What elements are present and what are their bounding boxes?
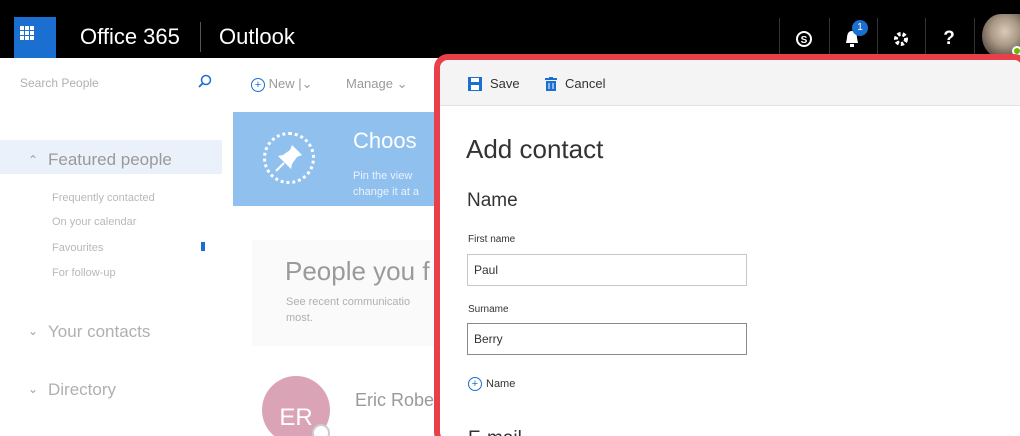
contact-name[interactable]: Eric Robe — [355, 390, 434, 411]
chevron-down-icon: ⌄ — [28, 324, 39, 338]
add-name-label: Name — [486, 378, 516, 390]
notifications-button[interactable]: 1 — [832, 20, 872, 57]
add-icon: + — [251, 77, 265, 92]
header-separator — [829, 18, 830, 58]
skype-icon: S — [796, 31, 812, 47]
gear-icon — [894, 32, 908, 46]
settings-button[interactable] — [881, 21, 921, 57]
header-separator — [779, 18, 780, 58]
header-separator — [974, 18, 975, 58]
banner-title: Choos — [353, 128, 417, 153]
pin-icon — [201, 242, 205, 251]
featured-people-label: Featured people — [48, 150, 172, 169]
nav-item-for-follow-up[interactable]: For follow-up — [52, 267, 116, 279]
notification-badge: 1 — [852, 20, 868, 36]
header-separator — [877, 18, 878, 58]
new-button[interactable]: + New |⌄ — [251, 76, 313, 92]
save-button[interactable]: Save — [468, 76, 520, 91]
save-label: Save — [490, 76, 520, 91]
header-divider — [200, 22, 201, 52]
nav-directory[interactable]: Directory — [48, 380, 116, 400]
save-icon — [468, 76, 482, 91]
app-name[interactable]: Outlook — [219, 24, 295, 50]
banner-subtitle-line: change it at a — [353, 186, 420, 198]
chevron-down-icon: ⌄ — [396, 76, 408, 91]
app-launcher-icon — [20, 26, 34, 40]
new-label: New — [268, 76, 295, 91]
header-separator — [925, 18, 926, 58]
manage-label: Manage — [346, 76, 393, 91]
nav-item-on-your-calendar[interactable]: On your calendar — [52, 216, 136, 228]
suite-name[interactable]: Office 365 — [80, 24, 180, 50]
panel-title: Add contact — [466, 134, 604, 164]
nav-item-favourites[interactable]: Favourites — [52, 242, 103, 254]
surname-label: Surname — [468, 304, 509, 315]
banner-subtitle: Pin the view change it at a — [353, 168, 419, 200]
search-input[interactable]: Search People — [20, 76, 99, 90]
panel-toolbar: Save Cancel — [440, 60, 1020, 106]
email-section-heading: E-mail — [468, 428, 522, 436]
chevron-up-icon: ⌃ — [28, 153, 39, 167]
first-name-label: First name — [468, 234, 516, 245]
name-section-heading: Name — [467, 190, 518, 211]
search-icon[interactable] — [198, 74, 212, 88]
cancel-label: Cancel — [565, 76, 606, 91]
chevron-down-icon: ⌄ — [28, 382, 39, 396]
cancel-button[interactable]: Cancel — [545, 76, 605, 91]
people-card-subtitle-line: See recent communicatio — [286, 296, 411, 308]
skype-button[interactable]: S — [784, 21, 824, 57]
help-button[interactable]: ? — [929, 21, 969, 57]
help-icon: ? — [943, 28, 955, 49]
add-name-button[interactable]: + Name — [468, 377, 515, 391]
add-icon: + — [468, 377, 482, 391]
svg-text:S: S — [801, 35, 808, 46]
pin-icon — [275, 145, 302, 172]
manage-button[interactable]: Manage ⌄ — [346, 76, 408, 92]
add-contact-panel: Save Cancel Add contact Name First name … — [434, 54, 1020, 436]
surname-field[interactable] — [467, 323, 747, 355]
people-card-subtitle: See recent communicatio most. — [286, 294, 446, 326]
presence-indicator — [312, 424, 330, 436]
trash-icon — [545, 76, 557, 91]
people-card-subtitle-line: most. — [286, 312, 313, 324]
pin-circle-icon — [263, 132, 315, 184]
nav-item-frequently-contacted[interactable]: Frequently contacted — [52, 192, 155, 204]
chevron-down-icon: |⌄ — [298, 76, 313, 91]
nav-your-contacts[interactable]: Your contacts — [48, 322, 150, 342]
banner-subtitle-line: Pin the view — [353, 170, 413, 182]
first-name-field[interactable] — [467, 254, 747, 286]
people-card-title: People you f — [285, 256, 430, 286]
